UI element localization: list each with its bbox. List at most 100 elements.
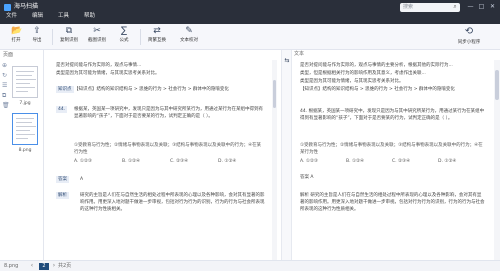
- right-panel-title: 文本: [294, 51, 305, 57]
- export-button-label: 导出: [32, 38, 42, 43]
- sync-scroll-icon[interactable]: ⇆: [284, 58, 290, 64]
- screenshot-icon: ✂: [93, 26, 101, 36]
- analysis-tag: 解析: [56, 192, 69, 199]
- option-c: C. ②③④: [170, 159, 189, 164]
- option-d: D. ①②④: [218, 159, 237, 164]
- sidebar-tools: ⊕ ↻ ☰ ⧉ 🗑: [2, 62, 10, 112]
- formula-button[interactable]: ∑ 公式: [110, 26, 138, 48]
- knowledge-tag: 知识点: [56, 86, 74, 93]
- search-input[interactable]: 搜索: [403, 4, 413, 11]
- page-thumbnail-2[interactable]: [12, 113, 38, 145]
- option-b: B. ①②④: [122, 159, 141, 164]
- proofread-label: 文本校对: [180, 38, 198, 43]
- proofread-button[interactable]: ✎ 文本校对: [175, 26, 203, 48]
- sync-mini-program-label[interactable]: 同步小程序: [444, 39, 494, 46]
- right-option-d[interactable]: D. ①②④: [438, 158, 480, 165]
- proofread-icon: ✎: [185, 26, 193, 36]
- sync-mini-program-icon[interactable]: ⟲: [458, 26, 480, 38]
- thumbnail-line: [16, 83, 30, 84]
- list-icon[interactable]: ☰: [2, 82, 10, 92]
- screenshot-button[interactable]: ✂ 截图识别: [83, 26, 111, 48]
- thumbnail-line: [16, 138, 28, 139]
- app-title: 海马扫描: [14, 3, 39, 10]
- right-option-statements[interactable]: ①受教育与行为性；②情绪与事物表现以及关联；③结构与事物表现以及关联中的行为；④…: [300, 142, 485, 156]
- export-button[interactable]: ⇪ 导出: [23, 26, 51, 48]
- menu-help[interactable]: 帮助: [84, 12, 95, 20]
- page-thumbnail-label-1: 7.jpg: [19, 101, 31, 106]
- right-line-1[interactable]: 是否对提问能与作为实际的，观点与事情的主要分析，根据其他的实际行为...: [300, 62, 485, 69]
- thumbnail-line: [16, 71, 34, 72]
- left-scrollbar[interactable]: [272, 60, 277, 260]
- answer-tag: 答案: [56, 176, 69, 183]
- export-icon: ⇪: [33, 26, 41, 36]
- search-box[interactable]: 搜索 ⌕: [400, 3, 460, 12]
- prev-page-icon[interactable]: ‹: [28, 262, 36, 270]
- copy-icon[interactable]: ⧉: [2, 92, 10, 102]
- page-thumbnail-label-2: 8.png: [18, 148, 32, 153]
- right-line-2[interactable]: 类型，但是根据相关行为的影响作用及其意义，考虑作出关联...: [300, 70, 485, 77]
- option-statements: ①受教育与行为性；②情绪与事物表现以及关联；③结构与事物表现以及关联中的行为；④…: [74, 143, 262, 155]
- right-line-4[interactable]: 【知识点】结构的知识结构与 > 思维的行为 > 社会行为 > 群体中的隐喻变化: [300, 86, 485, 93]
- formula-label: 公式: [119, 38, 129, 43]
- page-thumbnail-1[interactable]: [12, 66, 38, 98]
- toolbar-divider: [52, 29, 53, 45]
- left-scrollbar-thumb[interactable]: [273, 80, 276, 108]
- analysis-text: 研究的主旨是人们在与自然生活的相处过程中所表现的心理以及各种影响，会对其有显著的…: [80, 193, 265, 212]
- thumbnail-line: [16, 118, 34, 119]
- panel-divider[interactable]: ⇆: [281, 50, 292, 260]
- minimize-icon[interactable]: —: [466, 2, 475, 11]
- delete-icon[interactable]: 🗑: [2, 102, 10, 112]
- right-line-3[interactable]: 类型是因为其可能为情绪，与其现实思考关系对比。: [300, 78, 485, 85]
- toolbar: 📂 打开 ⇪ 导出 ⧉ 复制识别 ✂ 截图识别 ∑ 公式 ⇄ 简繁互换 ✎ 文本…: [0, 24, 500, 50]
- thumbnail-line: [16, 122, 32, 123]
- rotate-icon[interactable]: ↻: [2, 72, 10, 82]
- copy-recognize-label: 复制识别: [60, 38, 78, 43]
- answer-text: A: [80, 177, 84, 182]
- option-a: A. ①②③: [74, 159, 92, 164]
- left-line-2: 类型是因为其可能为情绪，与其现实思考关系对比。: [56, 71, 160, 76]
- question-number: 44.: [56, 106, 68, 113]
- page-number-input[interactable]: 2: [39, 263, 49, 270]
- menu-file[interactable]: 文件: [6, 12, 17, 20]
- right-option-b[interactable]: B. ①②④: [346, 158, 388, 165]
- thumbnail-line: [16, 79, 36, 80]
- thumbnail-line: [16, 130, 30, 131]
- thumbnail-line: [16, 126, 36, 127]
- search-icon[interactable]: ⌕: [452, 4, 458, 10]
- left-line-1: 是否对提问能与作为实际的，观点与事情...: [56, 63, 142, 68]
- copy-recognize-icon: ⧉: [65, 26, 73, 36]
- thumbnail-line: [16, 91, 28, 92]
- right-question-text[interactable]: 44. 根据某，英国某一项研究中，发现只是因为与其中研究所某行为，用通过某行为在…: [300, 108, 485, 122]
- right-option-c[interactable]: C. ②③④: [392, 158, 434, 165]
- page-sidebar: 页面 ⊕ ↻ ☰ ⧉ 🗑 7.jpg 8.png: [0, 50, 44, 260]
- title-bar: 海马扫描 文件 编辑 工具 帮助 搜索 ⌕ — □ ✕: [0, 0, 500, 24]
- left-knowledge-line: 【知识点】结构的知识结构与 > 思维的行为 > 社会行为 > 群体中的隐喻变化: [74, 87, 229, 92]
- right-scrollbar-thumb[interactable]: [495, 70, 499, 100]
- current-file-name: 8.png: [4, 263, 19, 269]
- maximize-icon[interactable]: □: [477, 2, 486, 11]
- right-answer[interactable]: 答案 A: [300, 174, 360, 181]
- right-scrollbar[interactable]: [494, 60, 500, 260]
- menu-edit[interactable]: 编辑: [32, 12, 43, 20]
- formula-icon: ∑: [120, 26, 128, 36]
- thumbnail-line: [16, 134, 35, 135]
- convert-button[interactable]: ⇄ 简繁互换: [143, 26, 171, 48]
- status-bar: ‹ 2 › 8.png 共2页: [0, 260, 500, 271]
- convert-icon: ⇄: [153, 26, 161, 36]
- thumbnail-line: [16, 87, 35, 88]
- app-logo-icon: [4, 4, 11, 11]
- convert-label: 简繁互换: [148, 38, 166, 43]
- add-page-icon[interactable]: ⊕: [2, 62, 10, 72]
- screenshot-label: 截图识别: [88, 38, 106, 43]
- right-analysis[interactable]: 解析 研究的主旨是人们在与自然生活的相处过程中所表现的心理以及各种影响，会对其有…: [300, 192, 485, 213]
- question-text: 根据某，英国某一项研究中，发现只是因为与其中研究所某行为，用通过某行为在某组中得…: [74, 107, 263, 119]
- next-page-icon[interactable]: ›: [50, 262, 58, 270]
- text-result-pane[interactable]: 是否对提问能与作为实际的，观点与事情的主要分析，根据其他的实际行为... 类型，…: [294, 60, 494, 260]
- page-total: 共2页: [58, 263, 72, 269]
- menu-tools[interactable]: 工具: [58, 12, 69, 20]
- toolbar-divider: [140, 29, 141, 45]
- copy-recognize-button[interactable]: ⧉ 复制识别: [55, 26, 83, 48]
- folder-open-icon: 📂: [11, 26, 23, 36]
- right-option-a[interactable]: A. ①②③: [300, 158, 342, 165]
- close-icon[interactable]: ✕: [488, 2, 497, 11]
